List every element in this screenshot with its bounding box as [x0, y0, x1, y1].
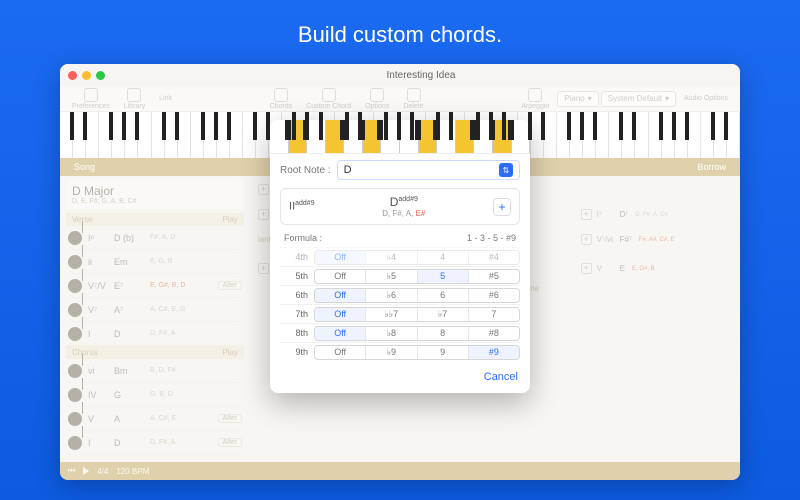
degree-option[interactable]: Off	[315, 327, 366, 340]
degree-option[interactable]: ♭4	[366, 251, 417, 264]
degree-option[interactable]: #5	[469, 270, 519, 283]
degree-option[interactable]: ♭7	[418, 308, 469, 321]
formula-value: 1 - 3 - 5 - #9	[467, 233, 516, 243]
root-note-select[interactable]: D ⇅	[337, 160, 520, 180]
cancel-button[interactable]: Cancel	[484, 371, 518, 383]
minimize-icon[interactable]	[82, 71, 91, 80]
degree-segmented[interactable]: Off♭88#8	[314, 326, 520, 341]
degree-segmented[interactable]: Off♭♭7♭77	[314, 307, 520, 322]
degree-option[interactable]: #8	[469, 327, 519, 340]
degree-label: 6th	[280, 290, 314, 300]
degree-option[interactable]: #9	[469, 346, 519, 359]
root-note-value: D	[344, 164, 352, 176]
chord-name: Dadd#9	[325, 195, 483, 209]
degree-option[interactable]: Off	[315, 346, 366, 359]
degree-option[interactable]: #6	[469, 289, 519, 302]
degree-option[interactable]: ♭8	[366, 327, 417, 340]
degree-table: 4thOff♭44#45thOff♭55#56thOff♭66#67thOff♭…	[270, 247, 530, 365]
degree-option[interactable]: ♭6	[366, 289, 417, 302]
formula-row: Formula : 1 - 3 - 5 - #9	[270, 231, 530, 247]
degree-row: 4thOff♭44#4	[280, 247, 520, 266]
degree-row: 8thOff♭88#8	[280, 323, 520, 342]
degree-option[interactable]: Off	[315, 308, 366, 321]
degree-row: 5thOff♭55#5	[280, 266, 520, 285]
close-icon[interactable]	[68, 71, 77, 80]
degree-option[interactable]: 7	[469, 308, 519, 321]
app-window: Interesting Idea Preferences Library Lin…	[60, 64, 740, 480]
degree-label: 9th	[280, 347, 314, 357]
zoom-icon[interactable]	[96, 71, 105, 80]
degree-label: 5th	[280, 271, 314, 281]
degree-option[interactable]: Off	[315, 251, 366, 264]
root-note-label: Root Note :	[280, 165, 331, 176]
degree-option[interactable]: Off	[315, 270, 366, 283]
hero-title: Build custom chords.	[0, 0, 800, 64]
degree-label: 7th	[280, 309, 314, 319]
degree-segmented[interactable]: Off♭66#6	[314, 288, 520, 303]
degree-option[interactable]: ♭9	[366, 346, 417, 359]
degree-option[interactable]: 6	[418, 289, 469, 302]
window-title: Interesting Idea	[110, 70, 732, 81]
chevron-updown-icon: ⇅	[499, 163, 513, 177]
degree-option[interactable]: ♭5	[366, 270, 417, 283]
degree-segmented[interactable]: Off♭44#4	[314, 250, 520, 265]
degree-option[interactable]: 8	[418, 327, 469, 340]
root-note-field: Root Note : D ⇅	[270, 154, 530, 186]
degree-row: 6thOff♭66#6	[280, 285, 520, 304]
degree-row: 7thOff♭♭7♭77	[280, 304, 520, 323]
degree-option[interactable]: Off	[315, 289, 366, 302]
formula-label: Formula :	[284, 233, 322, 243]
chord-roman: IIadd#9Iadd#9	[289, 200, 315, 213]
chord-notes: D, F#, A, E#	[325, 209, 483, 218]
degree-label: 4th	[280, 252, 314, 262]
degree-option[interactable]: 4	[418, 251, 469, 264]
degree-option[interactable]: ♭♭7	[366, 308, 417, 321]
degree-option[interactable]: 9	[418, 346, 469, 359]
chord-preview: IIadd#9Iadd#9 Dadd#9 D, F#, A, E# +	[280, 188, 520, 225]
add-chord-button[interactable]: +	[493, 198, 511, 216]
degree-segmented[interactable]: Off♭99#9	[314, 345, 520, 360]
titlebar: Interesting Idea	[60, 64, 740, 86]
degree-label: 8th	[280, 328, 314, 338]
degree-segmented[interactable]: Off♭55#5	[314, 269, 520, 284]
degree-row: 9thOff♭99#9	[280, 342, 520, 361]
degree-option[interactable]: 5	[418, 270, 469, 283]
custom-chord-modal: Root Note : D ⇅ IIadd#9Iadd#9 Dadd#9 D, …	[270, 120, 530, 393]
degree-option[interactable]: #4	[469, 251, 519, 264]
